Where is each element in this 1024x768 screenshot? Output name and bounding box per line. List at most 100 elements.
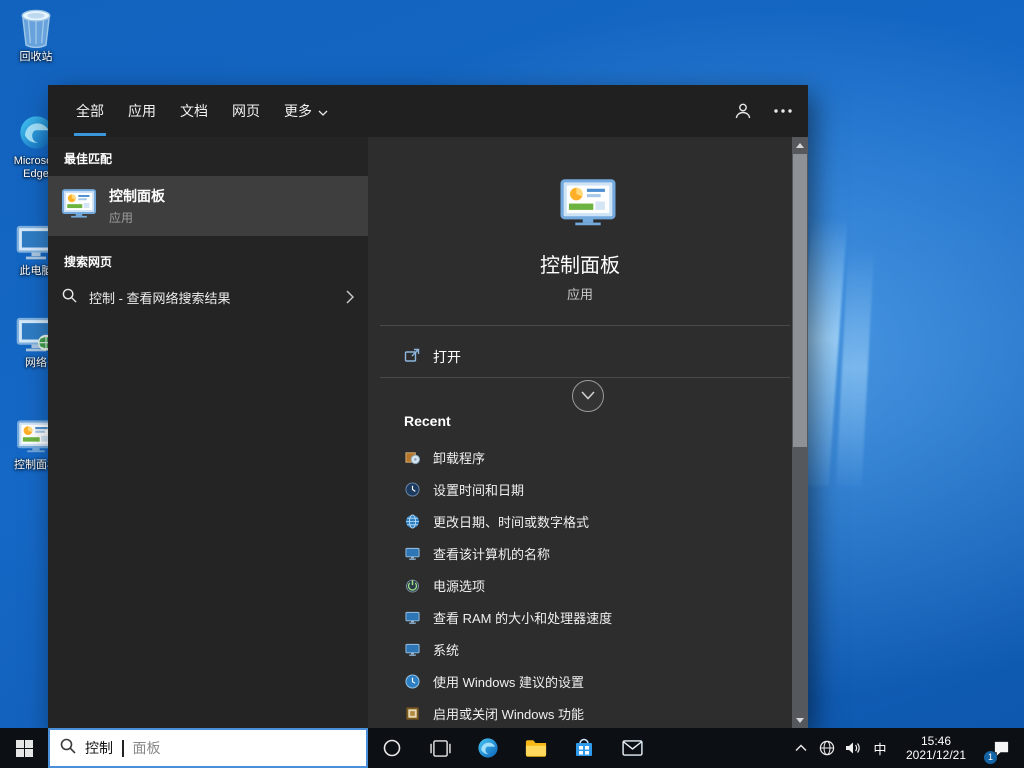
search-icon <box>60 738 76 759</box>
recent-item[interactable]: 查看 RAM 的大小和处理器速度 <box>368 601 792 633</box>
tray-clock[interactable]: 15:46 2021/12/21 <box>894 728 978 768</box>
recent-item[interactable]: 启用或关闭 Windows 功能 <box>368 697 792 728</box>
tab-label: 文档 <box>180 101 208 121</box>
tab-apps[interactable]: 应用 <box>128 85 156 137</box>
desktop-icon-label: 网络 <box>25 357 47 370</box>
preview-title: 控制面板 <box>368 249 792 278</box>
system-icon <box>404 641 420 657</box>
chevron-right-icon <box>346 290 354 304</box>
best-match-title: 控制面板 <box>109 186 165 206</box>
open-action[interactable]: 打开 <box>368 340 792 374</box>
preview-pane: 控制面板 应用 打开 Recent 卸载程序 <box>368 137 808 728</box>
tray-show-hidden-icons-button[interactable] <box>788 728 814 768</box>
tray-volume-icon[interactable] <box>840 728 866 768</box>
scroll-up-arrow[interactable] <box>792 137 808 153</box>
taskbar: 控制 面板 <box>0 728 1024 768</box>
chevron-down-icon <box>318 103 328 119</box>
recent-item-label: 系统 <box>433 640 459 659</box>
scrollbar-thumb[interactable] <box>793 154 807 447</box>
region-format-icon <box>404 513 420 529</box>
recent-list: 卸载程序 设置时间和日期 更改日期、时间或数字格式 查看该计算机的名称 <box>368 441 792 728</box>
desktop: 回收站 Microsoft Edge 此电脑 网络 控制面板 全部 应用 文档 … <box>0 0 1024 768</box>
divider <box>380 325 790 326</box>
web-search-text: 控制 - 查看网络搜索结果 <box>89 288 231 307</box>
chevron-down-icon <box>581 387 595 405</box>
ram-info-icon <box>404 609 420 625</box>
system-tray: 中 15:46 2021/12/21 1 <box>788 728 1024 768</box>
recent-item[interactable]: 设置时间和日期 <box>368 473 792 505</box>
tab-more[interactable]: 更多 <box>284 85 328 137</box>
ellipsis-icon[interactable] <box>774 85 792 137</box>
search-results-column: 最佳匹配 控制面板 应用 搜索网页 控制 - 查看网络搜索结果 <box>48 137 368 728</box>
recent-item[interactable]: 电源选项 <box>368 569 792 601</box>
tab-web[interactable]: 网页 <box>232 85 260 137</box>
control-panel-icon-large <box>561 179 616 231</box>
recent-item-label: 查看 RAM 的大小和处理器速度 <box>433 608 612 627</box>
start-button[interactable] <box>0 728 48 768</box>
open-icon <box>404 348 420 367</box>
text-caret <box>122 740 124 757</box>
user-icon[interactable] <box>734 85 752 137</box>
web-search-item[interactable]: 控制 - 查看网络搜索结果 <box>48 279 368 315</box>
taskbar-file-explorer-button[interactable] <box>512 728 560 768</box>
task-view-button[interactable] <box>416 728 464 768</box>
tab-label: 全部 <box>76 101 104 121</box>
web-search-header: 搜索网页 <box>48 236 368 279</box>
best-match-subtitle: 应用 <box>109 209 165 226</box>
tab-label: 更多 <box>284 101 312 121</box>
best-match-item[interactable]: 控制面板 应用 <box>48 176 368 236</box>
recent-item-label: 使用 Windows 建议的设置 <box>433 672 584 691</box>
cortana-button[interactable] <box>368 728 416 768</box>
recent-item[interactable]: 系统 <box>368 633 792 665</box>
recent-item-label: 启用或关闭 Windows 功能 <box>433 704 584 723</box>
search-icon <box>62 288 77 306</box>
desktop-icon-recycle-bin[interactable]: 回收站 <box>2 8 70 64</box>
notification-badge: 1 <box>984 751 997 764</box>
tabs-spacer <box>352 85 712 137</box>
taskbar-mail-button[interactable] <box>608 728 656 768</box>
wallpaper-light-streak <box>836 248 874 486</box>
expand-button[interactable] <box>572 380 604 412</box>
recycle-bin-icon <box>18 8 54 48</box>
recent-item[interactable]: 更改日期、时间或数字格式 <box>368 505 792 537</box>
desktop-icon-label: 回收站 <box>20 51 53 64</box>
recent-item-label: 查看该计算机的名称 <box>433 544 550 563</box>
tray-date: 2021/12/21 <box>906 748 966 762</box>
scroll-down-arrow[interactable] <box>792 712 808 728</box>
tab-label: 应用 <box>128 101 156 121</box>
recent-item[interactable]: 查看该计算机的名称 <box>368 537 792 569</box>
taskbar-search-box[interactable]: 控制 面板 <box>48 728 368 768</box>
best-match-header: 最佳匹配 <box>48 137 368 176</box>
action-center-button[interactable]: 1 <box>978 728 1024 768</box>
taskbar-edge-button[interactable] <box>464 728 512 768</box>
recent-item-label: 设置时间和日期 <box>433 480 524 499</box>
tray-network-icon[interactable] <box>814 728 840 768</box>
scrollbar[interactable] <box>792 137 808 728</box>
preview-subtitle: 应用 <box>368 284 792 303</box>
power-options-icon <box>404 577 420 593</box>
recommended-settings-icon <box>404 673 420 689</box>
windows-features-icon <box>404 705 420 721</box>
divider <box>380 377 790 378</box>
recent-item-label: 卸载程序 <box>433 448 485 467</box>
clock-icon <box>404 481 420 497</box>
tab-documents[interactable]: 文档 <box>180 85 208 137</box>
recent-item[interactable]: 卸载程序 <box>368 441 792 473</box>
uninstall-program-icon <box>404 449 420 465</box>
search-input-suggestion-text: 面板 <box>133 738 161 758</box>
recent-item-label: 更改日期、时间或数字格式 <box>433 512 589 531</box>
search-tabs: 全部 应用 文档 网页 更多 <box>48 85 808 137</box>
recent-item-label: 电源选项 <box>433 576 485 595</box>
tray-time: 15:46 <box>921 734 951 748</box>
tab-all[interactable]: 全部 <box>76 85 104 137</box>
tab-label: 网页 <box>232 101 260 121</box>
recent-item[interactable]: 使用 Windows 建议的设置 <box>368 665 792 697</box>
control-panel-icon <box>62 189 96 223</box>
open-label: 打开 <box>433 347 461 367</box>
taskbar-store-button[interactable] <box>560 728 608 768</box>
recent-header: Recent <box>404 413 451 429</box>
search-input-typed-text: 控制 <box>85 738 113 758</box>
computer-name-icon <box>404 545 420 561</box>
search-flyout: 全部 应用 文档 网页 更多 最佳匹配 <box>48 85 808 728</box>
tray-ime-indicator[interactable]: 中 <box>866 728 894 768</box>
